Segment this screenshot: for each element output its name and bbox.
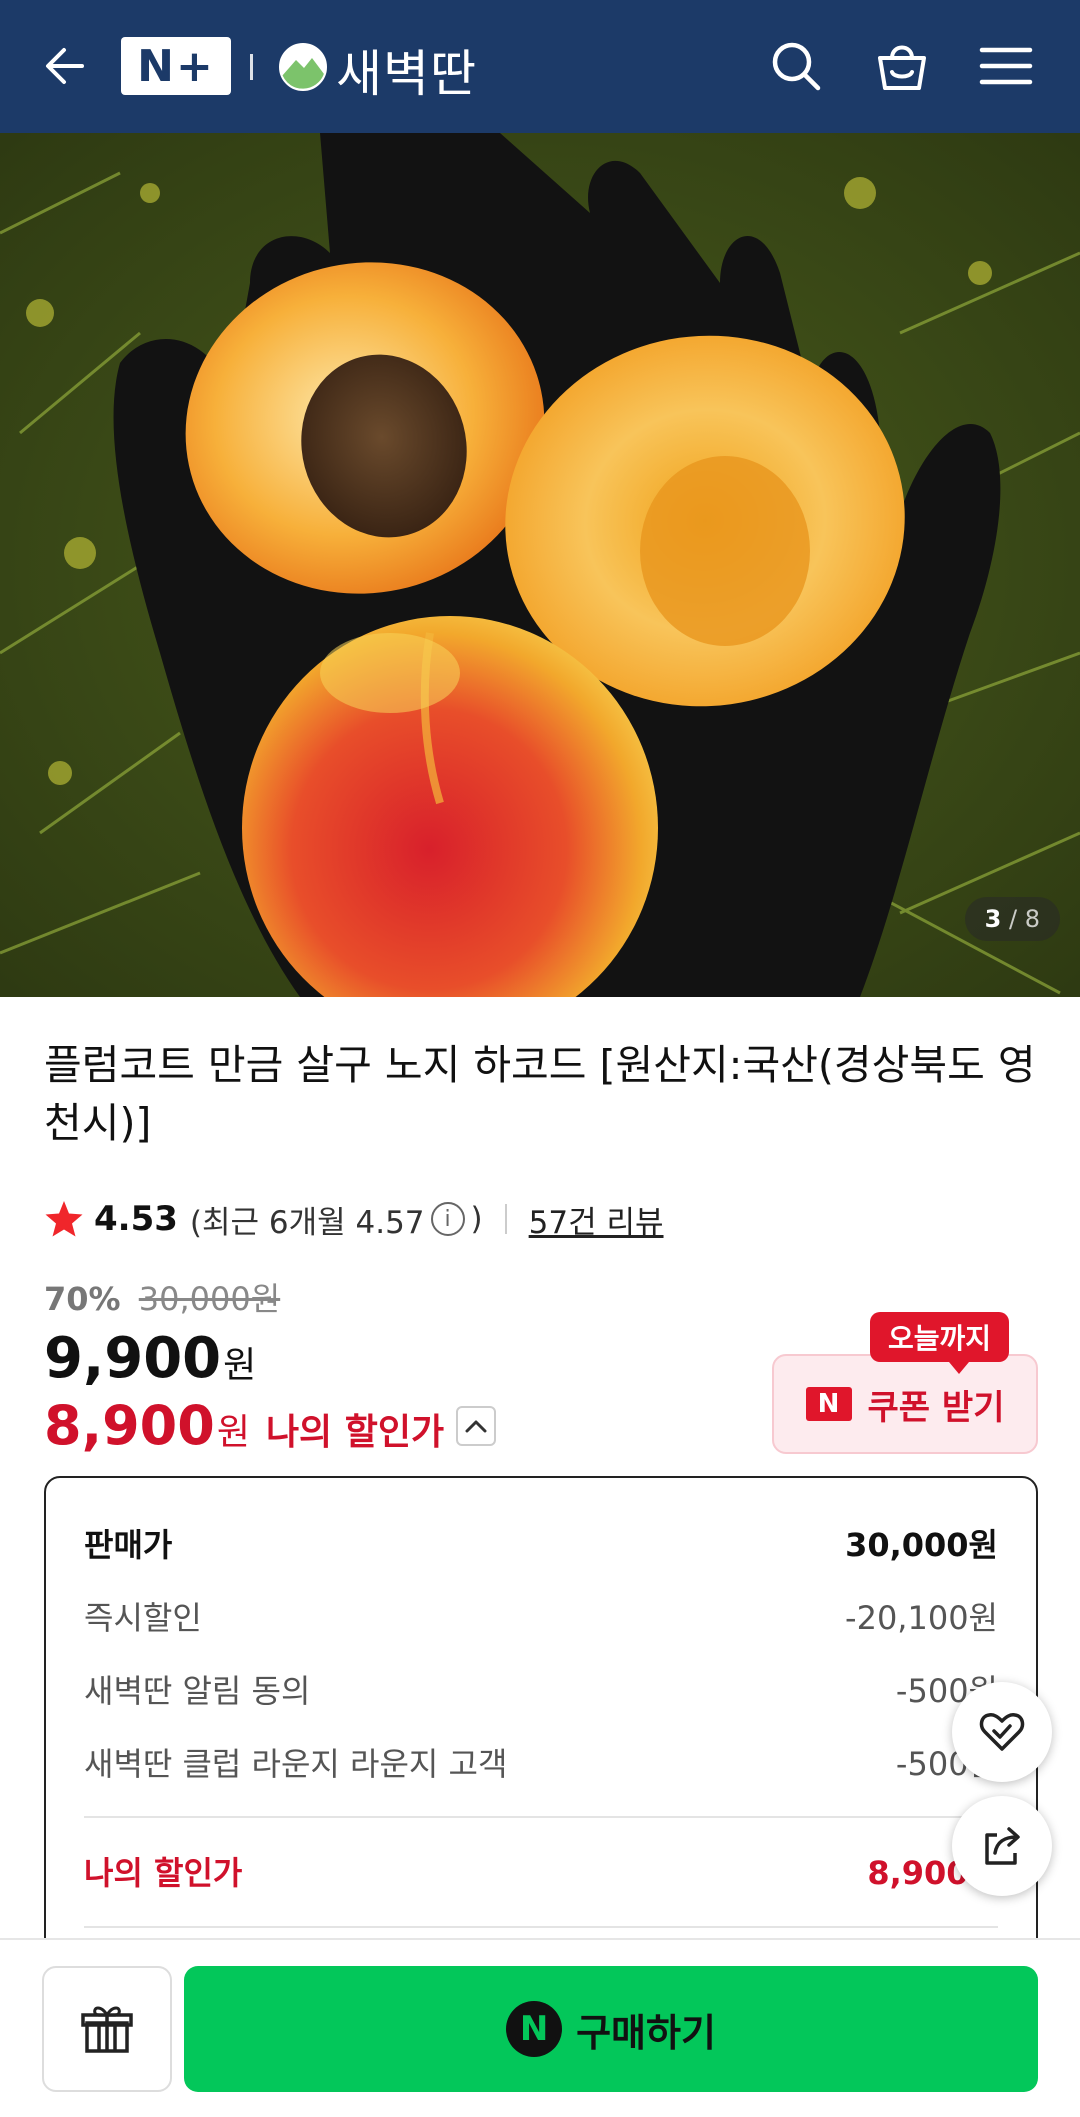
sale-price-row: 9,900 원: [44, 1326, 256, 1391]
collapse-breakdown-button[interactable]: [456, 1405, 497, 1446]
shopping-bag-icon[interactable]: [872, 36, 932, 96]
breakdown-total-label: 나의 할인가: [84, 1854, 243, 1892]
star-icon: [45, 1201, 83, 1237]
breakdown-label: 판매가: [84, 1526, 173, 1564]
breakdown-value: 30,000원: [845, 1526, 998, 1564]
product-photo: [0, 133, 1080, 997]
image-counter: 3 / 8: [964, 897, 1060, 941]
image-counter-total: 8: [1024, 905, 1040, 933]
gift-button[interactable]: [42, 1966, 172, 2092]
gift-icon: [81, 2006, 133, 2053]
recent-rating-text: (최근 6개월 4.57: [189, 1204, 425, 1241]
breakdown-label: 새벽딴 클럽 라운지 라운지 고객: [84, 1745, 508, 1783]
heart-check-icon: [979, 1713, 1025, 1751]
top-header: N+ 새벽딴: [0, 0, 1080, 133]
brand-name[interactable]: 새벽딴: [336, 34, 477, 106]
my-discount-price: 8,900: [44, 1394, 215, 1457]
breakdown-divider: [84, 1816, 998, 1818]
rating-row: 4.53 (최근 6개월 4.57 i ) 57건 리뷰: [44, 1194, 664, 1244]
rating-score: 4.53: [94, 1199, 178, 1239]
wishlist-button[interactable]: [952, 1682, 1052, 1782]
my-price-row: 8,900 원 나의 할인가: [44, 1394, 497, 1457]
menu-hamburger-icon[interactable]: [976, 36, 1036, 96]
breakdown-divider: [84, 1926, 998, 1928]
product-title: 플럼코트 만금 살구 노지 하코드 [원산지:국산(경상북도 영천시)]: [44, 1041, 1036, 1147]
back-arrow-icon[interactable]: [38, 38, 94, 94]
breakdown-row: 새벽딴 알림 동의 -500원: [84, 1666, 998, 1712]
image-counter-separator: /: [1001, 905, 1025, 933]
product-image-carousel[interactable]: 3 / 8: [0, 133, 1080, 997]
share-icon: [985, 1827, 1020, 1865]
sale-price: 9,900: [44, 1326, 222, 1391]
my-discount-label: 나의 할인가: [265, 1412, 445, 1453]
brand-mountain-icon: [279, 43, 327, 91]
breakdown-total-row: 나의 할인가 8,900원: [84, 1848, 998, 1894]
image-counter-current: 3: [984, 905, 1002, 933]
chevron-up-icon: [465, 1420, 487, 1432]
review-count-link[interactable]: 57건 리뷰: [529, 1197, 664, 1242]
recent-rating-close: ): [470, 1201, 483, 1237]
naver-pay-n-icon: N: [506, 2001, 563, 2057]
buy-button[interactable]: N 구매하기: [184, 1966, 1038, 2092]
breakdown-row: 새벽딴 클럽 라운지 라운지 고객 -500원: [84, 1739, 998, 1785]
breakdown-row: 판매가 30,000원: [84, 1520, 998, 1566]
original-price-row: 70% 30,000원: [44, 1274, 280, 1320]
original-price: 30,000원: [138, 1280, 281, 1318]
coupon-button[interactable]: N 쿠폰 받기: [772, 1354, 1038, 1454]
bottom-action-bar: N 구매하기: [0, 1938, 1080, 2117]
share-button[interactable]: [952, 1796, 1052, 1896]
coupon-label: 쿠폰 받기: [867, 1387, 1005, 1428]
search-icon[interactable]: [766, 36, 826, 96]
header-divider: [250, 54, 253, 80]
naver-n-badge: N: [805, 1387, 852, 1421]
breakdown-label: 즉시할인: [84, 1599, 202, 1637]
breakdown-row: 즉시할인 -20,100원: [84, 1593, 998, 1639]
coupon-today-tag: 오늘까지: [870, 1312, 1010, 1374]
breakdown-value: -20,100원: [845, 1599, 998, 1637]
sale-price-unit: 원: [223, 1345, 257, 1386]
discount-percent: 70%: [44, 1280, 121, 1318]
recent-rating: (최근 6개월 4.57 i ): [190, 1197, 483, 1242]
breakdown-label: 새벽딴 알림 동의: [84, 1672, 311, 1710]
info-icon[interactable]: i: [430, 1202, 465, 1236]
buy-button-label: 구매하기: [576, 2010, 716, 2055]
my-discount-price-unit: 원: [216, 1412, 250, 1453]
naver-plus-logo-text: N+: [137, 40, 215, 92]
rating-divider: [504, 1204, 507, 1234]
naver-plus-logo[interactable]: N+: [121, 37, 231, 95]
